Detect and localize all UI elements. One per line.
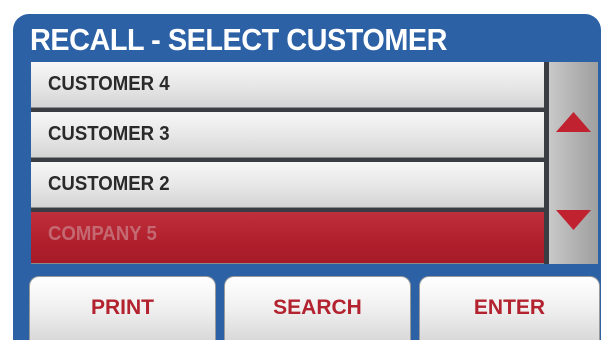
recall-dialog: RECALL - SELECT CUSTOMER CUSTOMER 4 CUST… [13, 14, 601, 340]
customer-list-item[interactable]: CUSTOMER 2 [31, 162, 544, 208]
triangle-up-icon [556, 112, 591, 132]
customer-list-item-label: CUSTOMER 4 [48, 73, 170, 95]
customer-list: CUSTOMER 4 CUSTOMER 3 CUSTOMER 2 COMPANY… [31, 62, 598, 264]
enter-button[interactable]: ENTER [419, 276, 600, 340]
customer-list-item-label: CUSTOMER 2 [48, 173, 170, 195]
list-scrollbar[interactable] [549, 62, 598, 264]
customer-list-item-selected[interactable]: COMPANY 5 [31, 212, 544, 264]
scroll-down-button[interactable] [549, 192, 598, 252]
customer-list-item[interactable]: CUSTOMER 3 [31, 112, 544, 158]
enter-button-label: ENTER [473, 296, 546, 319]
print-button[interactable]: PRINT [29, 276, 216, 340]
scroll-up-button[interactable] [549, 90, 598, 150]
dialog-title: RECALL - SELECT CUSTOMER [30, 22, 448, 57]
search-button-label: SEARCH [273, 296, 362, 319]
customer-list-item[interactable]: CUSTOMER 4 [31, 62, 544, 108]
customer-list-item-label: CUSTOMER 3 [48, 123, 170, 145]
customer-list-item-label: COMPANY 5 [48, 223, 157, 245]
triangle-down-icon [556, 210, 591, 230]
print-button-label: PRINT [91, 296, 154, 319]
search-button[interactable]: SEARCH [224, 276, 411, 340]
